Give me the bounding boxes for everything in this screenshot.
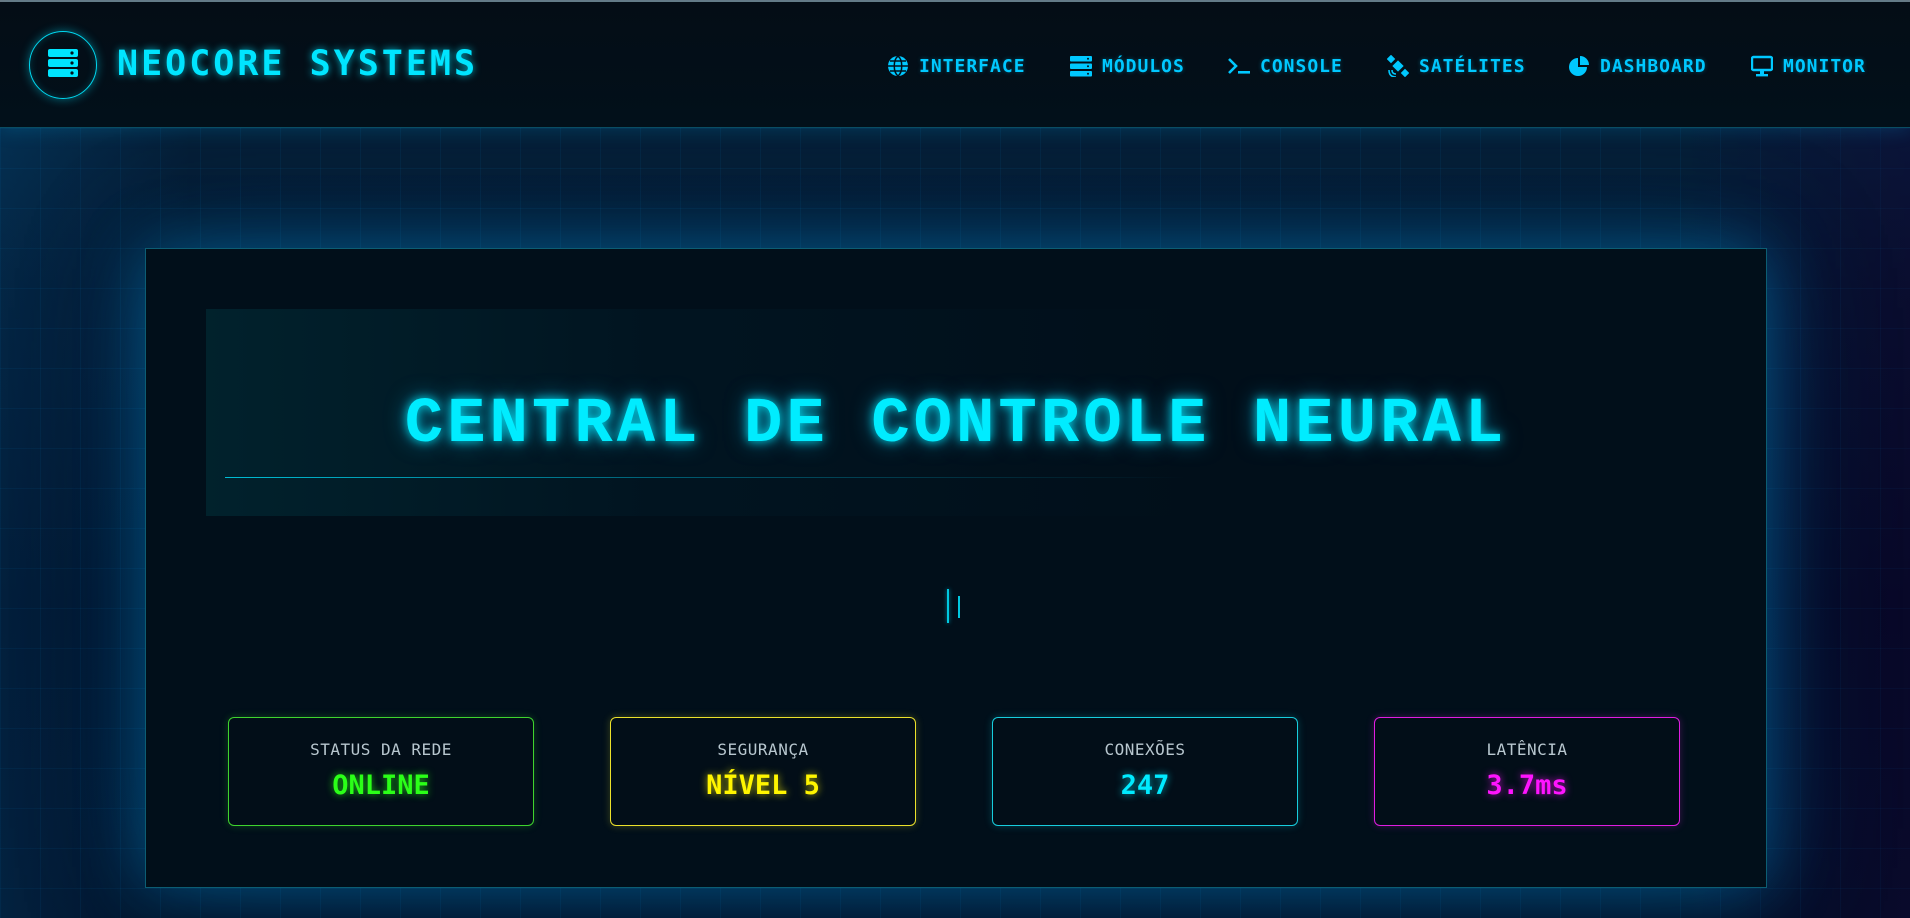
stat-card-latency: LATÊNCIA 3.7ms: [1374, 717, 1680, 826]
nav-item-console[interactable]: CONSOLE: [1227, 51, 1343, 81]
logo[interactable]: [29, 31, 97, 99]
globe-icon: [886, 54, 910, 78]
stat-label: LATÊNCIA: [1486, 740, 1568, 759]
stat-label: SEGURANÇA: [717, 740, 809, 759]
nav-item-modulos[interactable]: MÓDULOS: [1069, 51, 1185, 81]
stat-value: ONLINE: [332, 770, 430, 801]
nav-item-interface[interactable]: INTERFACE: [886, 51, 1026, 81]
nav-label: CONSOLE: [1260, 55, 1343, 77]
server-icon: [1069, 54, 1093, 78]
nav-label: MÓDULOS: [1102, 55, 1185, 77]
stat-card-security: SEGURANÇA NÍVEL 5: [610, 717, 916, 826]
nav-label: SATÉLITES: [1419, 55, 1526, 77]
pie-chart-icon: [1567, 54, 1591, 78]
nav-item-monitor[interactable]: MONITOR: [1750, 51, 1866, 81]
nav-item-dashboard[interactable]: DASHBOARD: [1567, 51, 1707, 81]
stat-card-connections: CONEXÕES 247: [992, 717, 1298, 826]
control-panel: CENTRAL DE CONTROLE NEURAL STATUS DA RED…: [145, 248, 1767, 888]
nav-label: DASHBOARD: [1600, 55, 1707, 77]
stat-label: CONEXÕES: [1104, 740, 1186, 759]
top-navbar: NEOCORE SYSTEMS INTERFACE MÓDULOS CONSOL…: [0, 2, 1910, 128]
terminal-icon: [1227, 54, 1251, 78]
nav-label: MONITOR: [1783, 55, 1866, 77]
nav-label: INTERFACE: [919, 55, 1026, 77]
monitor-icon: [1750, 54, 1774, 78]
title-underline: [225, 477, 1185, 478]
text-cursor: [947, 589, 949, 623]
text-cursor-secondary: [958, 596, 960, 618]
stat-value: NÍVEL 5: [706, 770, 820, 801]
brand-name[interactable]: NEOCORE SYSTEMS: [117, 44, 478, 84]
nav-item-satelites[interactable]: SATÉLITES: [1386, 51, 1526, 81]
satellite-icon: [1386, 54, 1410, 78]
stat-label: STATUS DA REDE: [310, 740, 452, 759]
stat-value: 3.7ms: [1486, 770, 1568, 801]
server-icon: [47, 48, 79, 82]
stat-value: 247: [1120, 770, 1170, 801]
stat-card-network-status: STATUS DA REDE ONLINE: [228, 717, 534, 826]
page-title: CENTRAL DE CONTROLE NEURAL: [404, 389, 1508, 461]
